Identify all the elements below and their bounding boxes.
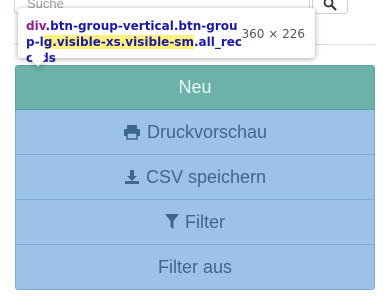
tooltip-selector: div.btn-group-vertical.btn-group-lg.visi… <box>26 18 246 66</box>
filter-label: Filter <box>185 211 225 232</box>
tooltip-tag: div <box>26 19 46 33</box>
filter-icon <box>165 214 179 230</box>
new-button-label: Neu <box>178 77 212 97</box>
search-icon <box>323 0 337 11</box>
csv-save-label: CSV speichern <box>145 166 267 187</box>
print-icon <box>123 124 141 140</box>
search-button[interactable] <box>312 0 348 14</box>
devtools-element-tooltip: div.btn-group-vertical.btn-group-lg.visi… <box>18 8 315 65</box>
button-group-all-records: Neu Druckvorschau CSV speichern Filter F… <box>15 65 375 290</box>
print-preview-label: Druckvorschau <box>146 121 268 142</box>
filter-off-button[interactable]: Filter aus <box>15 245 375 290</box>
download-icon <box>124 169 140 185</box>
tooltip-size: 360 × 226 <box>241 27 306 41</box>
filter-button[interactable]: Filter <box>15 200 375 245</box>
page: Suche Neu Druckvorschau CSV speichern Fi… <box>0 0 390 303</box>
csv-save-button[interactable]: CSV speichern <box>15 155 375 200</box>
tooltip-selector-highlight: g.visible-xs.visible-sm <box>43 35 194 49</box>
new-button[interactable]: Neu <box>15 65 375 110</box>
print-preview-button[interactable]: Druckvorschau <box>15 110 375 155</box>
filter-off-label: Filter aus <box>157 256 233 277</box>
